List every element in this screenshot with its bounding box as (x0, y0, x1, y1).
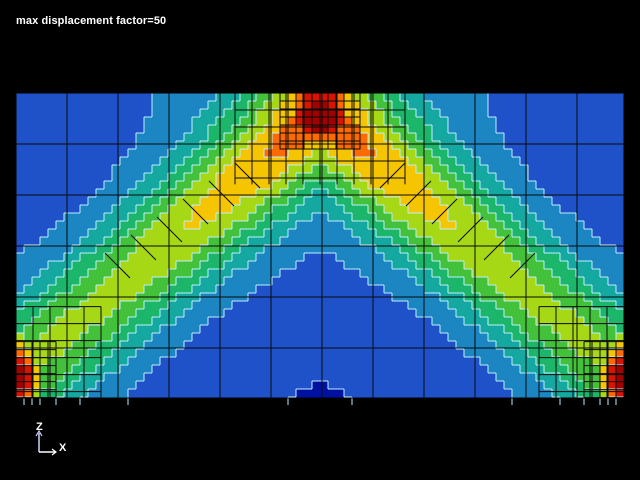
z-axis-arrow (35, 429, 43, 452)
z-axis-label: Z (36, 421, 43, 433)
axis-triad: Z X (35, 421, 67, 456)
x-axis-label: X (59, 442, 67, 454)
graphics-viewport[interactable]: max displacement factor=50 Z X (0, 0, 640, 480)
x-axis-arrow (39, 448, 57, 456)
